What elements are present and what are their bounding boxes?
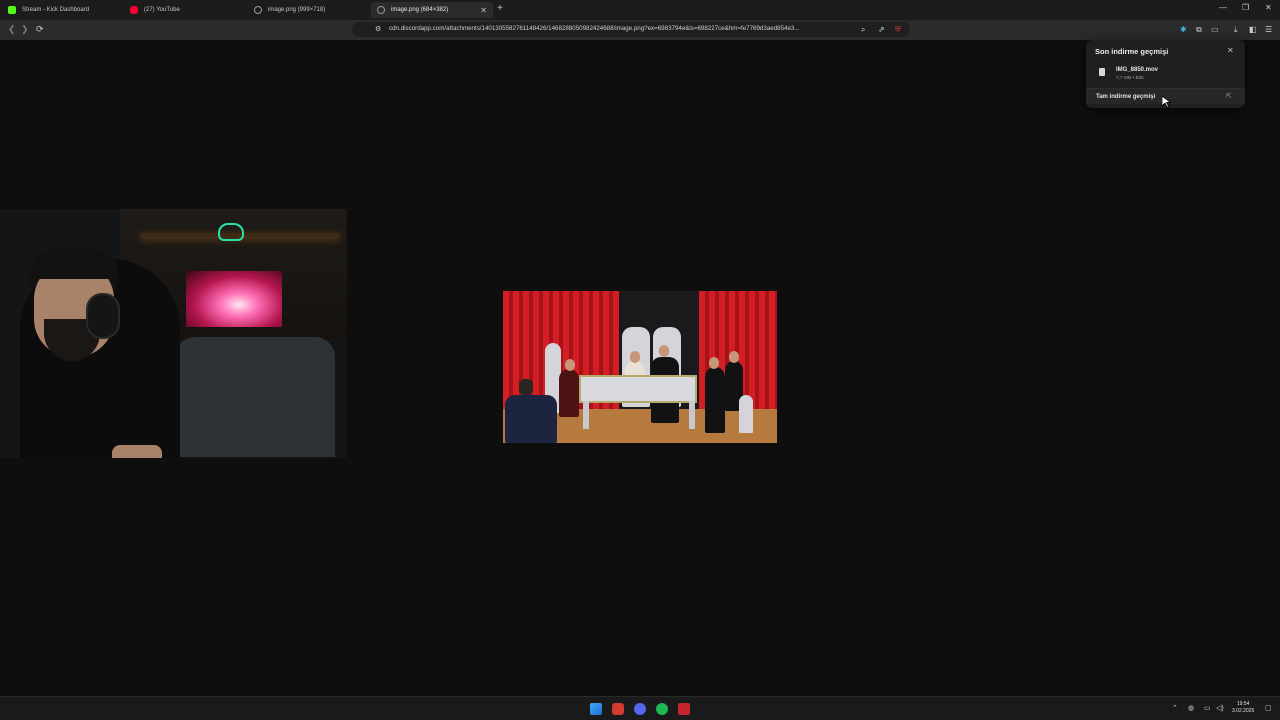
brave-shields-icon[interactable]: ⛨ (895, 25, 901, 35)
face (630, 351, 640, 363)
gamepad-neon-icon (218, 223, 244, 241)
face (565, 359, 575, 371)
url-text[interactable]: cdn.discordapp.com/attachments/140130558… (389, 25, 851, 32)
download-meta: 7,7 MB • Bitti (1116, 76, 1144, 81)
tab-label: image.png (684×382) (391, 7, 449, 13)
discord-icon[interactable] (634, 703, 646, 715)
reload-button[interactable]: ⟳ (36, 24, 44, 35)
minimize-button[interactable]: — (1219, 3, 1227, 12)
restore-button[interactable]: ❐ (1242, 3, 1249, 12)
download-filename[interactable]: IMG_8850.mov (1116, 67, 1158, 73)
face (729, 351, 739, 363)
full-history-link[interactable]: Tam indirme geçmişi (1096, 94, 1155, 100)
tab-kick-dashboard[interactable]: Stream - Kick Dashboard (2, 2, 124, 18)
close-window-button[interactable]: ✕ (1265, 3, 1272, 12)
face (709, 357, 719, 369)
globe-icon (377, 6, 385, 14)
close-tab-icon[interactable]: ✕ (480, 6, 487, 15)
face (659, 345, 669, 357)
streamer-arm (112, 445, 162, 458)
sofa (175, 337, 335, 457)
tab-image-684[interactable]: image.png (684×382) ✕ (371, 2, 493, 18)
displayed-image[interactable] (503, 291, 777, 443)
back-button[interactable]: ❮ (8, 24, 16, 35)
clock-time: 19:54 (1236, 701, 1250, 707)
tab-youtube[interactable]: (27) YouTube (124, 2, 246, 18)
notification-icon[interactable]: ▢ (1265, 704, 1272, 712)
webcam-overlay (0, 209, 347, 458)
tab-label: (27) YouTube (144, 7, 180, 13)
table-leg (583, 401, 589, 429)
youtube-icon (130, 6, 138, 14)
share-icon[interactable]: ⇗ (878, 25, 885, 34)
clock-date: 3.02.2026 (1232, 708, 1255, 714)
table-leg (689, 401, 695, 429)
globe-icon (254, 6, 262, 14)
tab-label: image.png (999×718) (268, 7, 326, 13)
new-tab-button[interactable]: + (497, 3, 503, 14)
obs-recording-icon[interactable] (678, 703, 690, 715)
close-icon[interactable]: ✕ (1227, 46, 1234, 55)
file-icon (1099, 68, 1105, 76)
sidebar-icon[interactable]: ◧ (1249, 25, 1257, 34)
site-info-icon[interactable]: ⚙ (375, 25, 381, 33)
tray-chevron-icon[interactable]: ⌃ (1172, 704, 1178, 712)
chair (739, 395, 753, 433)
brave-browser-icon[interactable] (612, 703, 624, 715)
volume-icon[interactable]: ◁) (1216, 704, 1224, 712)
tab-strip: Stream - Kick Dashboard (27) YouTube ima… (0, 0, 1280, 20)
tab-label: Stream - Kick Dashboard (22, 7, 90, 13)
ceremony-table (579, 375, 697, 403)
streamer-cap (30, 249, 118, 279)
network-icon[interactable]: ▭ (1204, 704, 1211, 712)
downloads-title: Son indirme geçmişi (1095, 47, 1169, 56)
fireplace-tv (186, 271, 282, 327)
person (559, 369, 579, 417)
face (519, 379, 533, 395)
downloads-icon[interactable]: ⤓ (1234, 25, 1238, 35)
system-clock[interactable]: 19:54 3.02.2026 (1232, 701, 1254, 715)
kick-icon (8, 6, 16, 14)
wallet-icon[interactable]: ▭ (1211, 25, 1219, 34)
extensions-puzzle-icon[interactable]: ⧉ (1196, 25, 1202, 35)
menu-icon[interactable]: ☰ (1265, 25, 1272, 34)
extension-icon[interactable]: ✱ (1180, 25, 1187, 34)
headset-icon (86, 293, 120, 339)
audience-member (505, 395, 557, 443)
forward-button[interactable]: ❯ (21, 24, 29, 35)
microphone-icon[interactable]: ◍ (1188, 704, 1194, 712)
spotify-icon[interactable] (656, 703, 668, 715)
open-external-icon[interactable]: ⇱ (1226, 92, 1232, 100)
windows-start-icon[interactable] (590, 703, 602, 715)
zoom-icon[interactable]: ⌕ (861, 25, 865, 35)
taskbar: ⌃ ◍ ▭ ◁) 19:54 3.02.2026 ▢ (0, 696, 1280, 720)
person (705, 367, 725, 433)
tab-image-999[interactable]: image.png (999×718) (248, 2, 370, 18)
